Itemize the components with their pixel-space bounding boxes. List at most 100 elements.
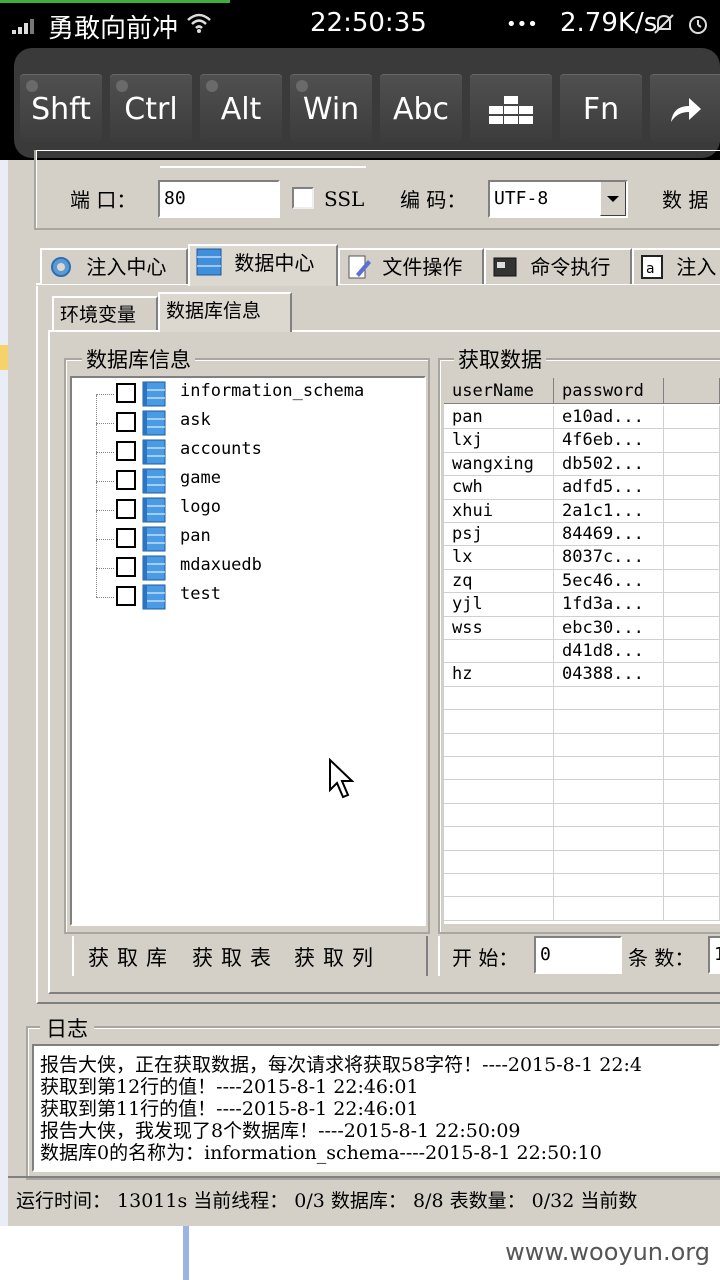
table-row[interactable]: d41d8... [444,640,720,664]
tree-item-checkbox[interactable] [116,557,136,577]
table-row[interactable]: cwh adfd5... [444,476,720,500]
table-row[interactable] [444,897,720,921]
table-row[interactable]: wangxing db502... [444,452,720,477]
database-icon [142,468,166,494]
fetch-data-title: 获取数据 [454,344,546,374]
alt-key[interactable]: Alt [200,74,282,142]
log-title: 日志 [40,1013,94,1043]
tab-injection-more[interactable]: a 注入 [632,248,720,284]
table-row[interactable]: yjl 1fd3a... [444,593,720,617]
tree-connector [96,452,114,453]
tree-item-checkbox[interactable] [116,528,136,548]
empty-cell [664,686,720,710]
password-cell: 8037c... [554,546,664,570]
subtab-database-info[interactable]: 数据库信息 [158,292,292,332]
column-header[interactable]: userName [444,378,554,404]
forward-key[interactable] [650,74,720,142]
table-row[interactable]: xhui 2a1c1... [444,499,720,523]
tree-connector [96,394,114,395]
wifi-icon [187,13,211,33]
database-icon [142,526,166,552]
chevron-down-icon [607,196,619,202]
fetch-databases-button[interactable]: 获取库 [88,942,175,972]
clock: 22:50:35 [310,8,427,38]
subtab-env-vars[interactable]: 环境变量 [52,296,158,330]
table-row[interactable]: zq 5ec46... [444,569,720,594]
tree-connector [96,511,97,539]
username-cell: hz [444,663,554,687]
table-row[interactable]: lx 8037c... [444,546,720,570]
database-icon [142,439,166,465]
start-input[interactable]: 0 [534,936,622,974]
fn-key[interactable]: Fn [560,74,642,142]
table-row[interactable] [444,874,720,898]
username-cell [444,686,554,710]
empty-cell [664,499,720,523]
password-cell: 2a1c1... [554,499,664,523]
svg-text:a: a [646,261,655,277]
empty-cell [664,874,720,897]
table-row[interactable]: wss ebc30... [444,616,720,640]
fetch-tables-button[interactable]: 获取表 [192,942,279,972]
database-icon [196,248,222,276]
table-row[interactable] [444,780,720,804]
terminal-icon [493,257,517,277]
abc-key[interactable]: Abc [380,74,462,142]
tree-item-checkbox[interactable] [116,441,136,461]
signal-icon [12,18,38,34]
table-row[interactable]: pan e10ad... [444,406,720,430]
ctrl-key[interactable]: Ctrl [110,74,192,142]
table-row[interactable] [444,733,720,757]
tab-file-operations[interactable]: 文件操作 [338,248,484,284]
password-cell [554,686,664,710]
tree-item-checkbox[interactable] [116,499,136,519]
password-cell [554,757,664,780]
tree-item-checkbox[interactable] [116,470,136,490]
port-input[interactable]: 80 [158,180,280,218]
log-textarea[interactable]: 报告大侠，正在获取数据，每次请求将获取58字符！----2015-8-1 22:… [32,1044,720,1172]
fetch-columns-button[interactable]: 获取列 [294,942,381,972]
database-icon [142,381,166,407]
database-icon [142,410,166,436]
ssl-label: SSL [324,187,365,211]
data-grid[interactable]: userName password pan e10ad... lxj 4f6eb... wa… [444,378,720,924]
dropdown-button[interactable] [600,182,626,216]
arrow-forward-icon [671,98,701,122]
tree-item-checkbox[interactable] [116,383,136,403]
keypad-key[interactable] [470,74,552,142]
tab-data-center[interactable]: 数据中心 [188,244,338,286]
username-cell: wss [444,616,554,640]
password-cell [554,827,664,851]
table-row[interactable]: lxj 4f6eb... [444,429,720,453]
table-row[interactable] [444,850,720,874]
mute-icon [654,14,674,34]
count-input[interactable]: 1 [708,936,720,974]
db-info-title: 数据库信息 [82,344,195,374]
tab-injection-center[interactable]: 注入中心 [40,248,188,284]
tree-item-label: test [180,584,221,604]
table-row[interactable] [444,710,720,734]
table-row[interactable] [444,803,720,828]
table-row[interactable]: hz 04388... [444,663,720,687]
shift-key[interactable]: Shft [20,74,102,142]
encoding-select[interactable]: UTF-8 [488,180,628,218]
tree-item-checkbox[interactable] [116,586,136,606]
key-indicator-icon [296,80,308,92]
tree-connector [96,453,97,481]
win-key[interactable]: Win [290,74,372,142]
password-cell [554,803,664,827]
table-row[interactable]: psj 84469... [444,523,720,547]
table-row[interactable] [444,757,720,781]
ssl-checkbox[interactable] [292,187,314,209]
tab-command-exec[interactable]: 命令执行 [484,248,632,284]
tree-connector [96,423,114,424]
table-row[interactable] [444,827,720,851]
column-header-filler [664,378,720,404]
username-cell [444,850,554,874]
port-label: 端 口： [70,188,137,212]
table-row[interactable] [444,686,720,711]
data-label: 数 据 [662,188,709,212]
column-header[interactable]: password [554,378,664,404]
database-icon [142,497,166,523]
tree-item-checkbox[interactable] [116,412,136,432]
